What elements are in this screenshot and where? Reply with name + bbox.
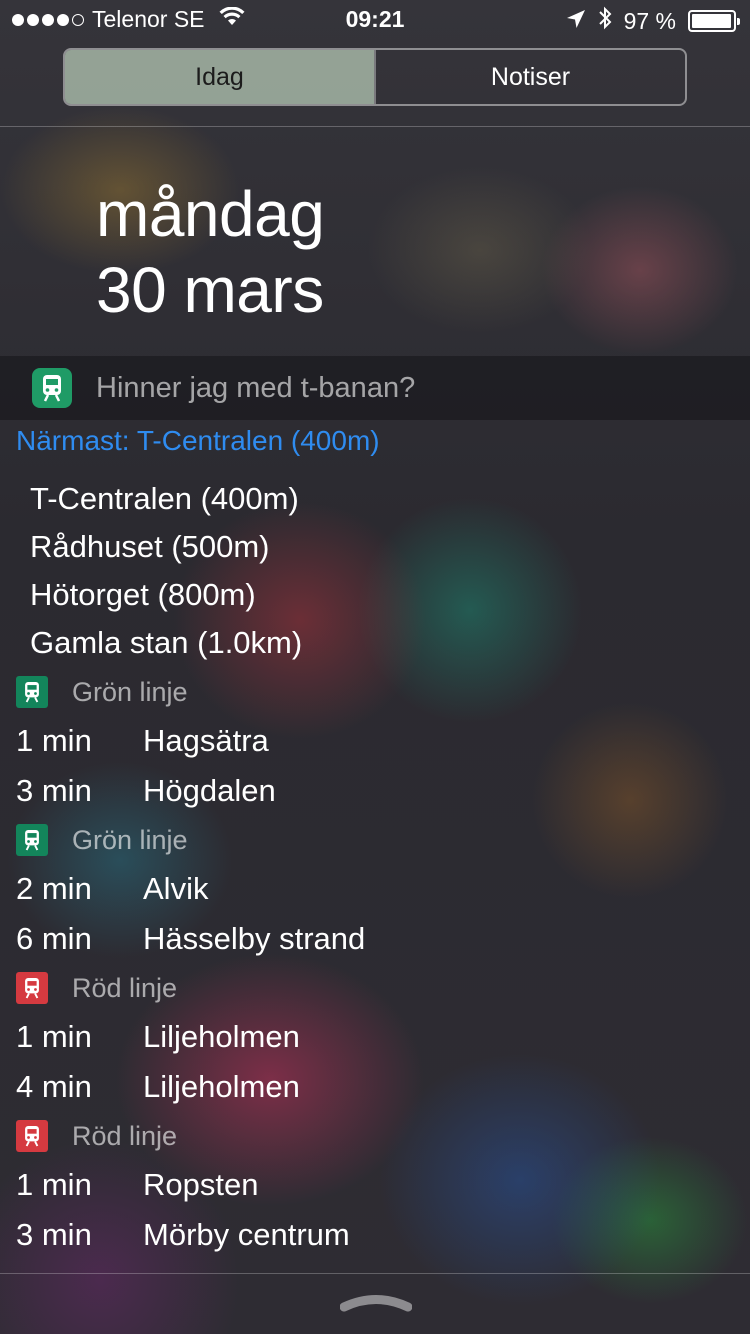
station-item[interactable]: Hötorget (800m) [30,571,302,619]
train-icon [16,824,48,856]
departure-time: 6 min [16,921,92,956]
departure-row: 3 min Högdalen [16,766,736,816]
departure-time: 1 min [16,723,92,758]
nearest-station-link[interactable]: Närmast: T-Centralen (400m) [16,425,380,457]
line-name: Röd linje [72,972,178,1003]
departure-row: 1 min Ropsten [16,1160,736,1210]
station-item[interactable]: Rådhuset (500m) [30,523,302,571]
departure-time: 3 min [16,773,92,808]
line-header: Röd linje [16,964,736,1012]
line-name: Röd linje [72,1120,178,1151]
departure-row: 1 min Liljeholmen [16,1012,736,1062]
location-arrow-icon [566,8,586,35]
station-item[interactable]: T-Centralen (400m) [30,475,302,523]
status-bar: Telenor SE 09:21 97 % [0,0,750,40]
departure-time: 2 min [16,871,92,906]
departure-destination: Högdalen [143,773,276,808]
weekday: måndag [96,178,325,250]
battery-icon [688,10,740,32]
today-date: måndag 30 mars [96,176,325,328]
tab-notifications[interactable]: Notiser [374,50,685,104]
departure-destination: Mörby centrum [143,1217,350,1252]
departure-time: 4 min [16,1069,92,1104]
departure-destination: Hagsätra [143,723,269,758]
train-icon [16,676,48,708]
notification-center-tabs: Idag Notiser [63,48,687,106]
day-month: 30 mars [96,254,324,326]
line-group: Röd linje 1 min Ropsten 3 min Mörby centru… [16,1112,736,1260]
departure-destination: Alvik [143,871,209,906]
divider [0,126,750,127]
departure-row: 2 min Alvik [16,864,736,914]
train-icon [16,972,48,1004]
departure-destination: Ropsten [143,1167,259,1202]
battery-level [692,14,731,28]
line-header: Grön linje [16,816,736,864]
line-group: Röd linje 1 min Liljeholmen 4 min Liljehol… [16,964,736,1112]
departure-destination: Liljeholmen [143,1069,300,1104]
station-list: T-Centralen (400m) Rådhuset (500m) Hötor… [30,475,302,667]
close-handle-icon[interactable] [339,1290,413,1317]
station-item[interactable]: Gamla stan (1.0km) [30,619,302,667]
line-header: Grön linje [16,668,736,716]
tab-today[interactable]: Idag [65,50,374,104]
departure-row: 3 min Mörby centrum [16,1210,736,1260]
departure-row: 4 min Liljeholmen [16,1062,736,1112]
line-name: Grön linje [72,676,188,707]
departure-destination: Liljeholmen [143,1019,300,1054]
departure-time: 1 min [16,1167,92,1202]
departure-destination: Hässelby strand [143,921,366,956]
line-header: Röd linje [16,1112,736,1160]
line-name: Grön linje [72,824,188,855]
status-right: 97 % [566,6,740,36]
divider [0,1273,750,1274]
widget-title: Hinner jag med t-banan? [96,371,416,404]
widget-header[interactable]: Hinner jag med t-banan? [0,356,750,420]
bluetooth-icon [598,6,612,36]
departures-list: Grön linje 1 min Hagsätra 3 min Högdalen G… [16,668,736,1260]
train-icon [16,1120,48,1152]
battery-percent: 97 % [623,7,676,34]
departure-row: 6 min Hässelby strand [16,914,736,964]
departure-time: 1 min [16,1019,92,1054]
departure-row: 1 min Hagsätra [16,716,736,766]
line-group: Grön linje 1 min Hagsätra 3 min Högdalen [16,668,736,816]
departure-time: 3 min [16,1217,92,1252]
train-app-icon [32,368,72,408]
line-group: Grön linje 2 min Alvik 6 min Hässelby stra… [16,816,736,964]
